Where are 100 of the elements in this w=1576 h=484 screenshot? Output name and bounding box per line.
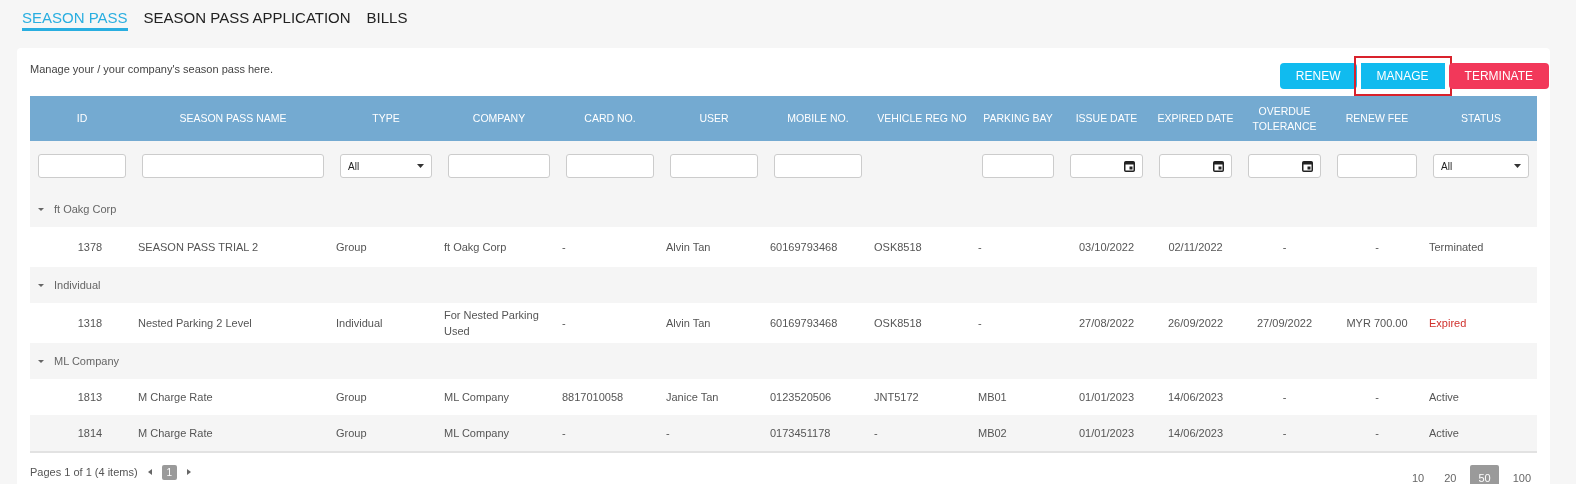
date-field[interactable] [1159,154,1232,178]
table-cell: 1814 [30,415,134,451]
filter-field[interactable] [142,154,324,178]
page-size-button[interactable]: 100 [1506,465,1537,484]
table-cell-text: MYR 700.00 [1345,316,1409,331]
filter-field[interactable] [448,154,550,178]
table-cell-text: 02/11/2022 [1167,240,1224,255]
page-size-button[interactable]: 20 [1438,465,1463,484]
table-cell-text: JNT5172 [873,390,920,405]
date-field[interactable] [1248,154,1321,178]
table-cell-text: Janice Tan [665,390,720,405]
next-page-icon[interactable] [187,469,192,475]
table-cell-text: 0123520506 [769,390,833,405]
group-label: ft Oakg Corp [54,203,117,215]
calendar-icon [1124,160,1135,172]
action-button[interactable]: TERMINATE [1448,63,1549,89]
filter-field[interactable] [38,154,126,178]
column-header: COMPANY [440,96,558,141]
table-cell-text: 27/09/2022 [1255,316,1314,331]
table-cell-text: ft Oakg Corp [443,240,508,255]
status-text: Active [1425,415,1537,451]
table-cell-text: - [977,240,983,255]
expand-caret-icon[interactable] [38,207,44,211]
column-header: VEHICLE REG NO [870,96,974,141]
table-cell-text: 60169793468 [769,240,839,255]
table-cell: MB02 [974,415,1062,451]
tab[interactable]: SEASON PASS APPLICATION [143,9,351,31]
dropdown-caret-icon [417,164,424,168]
table-cell-text: 26/09/2022 [1166,316,1225,331]
table-cell-text: OSK8518 [873,316,923,331]
column-header: RENEW FEE [1329,96,1425,141]
column-header: PARKING BAY [974,96,1062,141]
table-cell-text: 03/10/2022 [1077,240,1136,255]
expand-caret-icon[interactable] [38,359,44,363]
table-cell: 14/06/2023 [1151,415,1240,451]
table-cell-text: - [1374,240,1380,255]
table-cell-text: M Charge Rate [137,390,214,405]
calendar-icon [1213,160,1224,172]
table-cell-text: - [561,240,567,255]
table-cell: M Charge Rate [134,415,332,451]
table-cell: - [558,415,662,451]
filter-field[interactable] [982,154,1054,178]
status-text: Active [1428,390,1460,405]
table-cell-text: - [1281,390,1288,405]
table-cell: - [662,415,766,451]
column-header: SEASON PASS NAME [134,96,332,141]
column-header: CARD NO. [558,96,662,141]
table-cell-text: For Nested Parking Used [443,308,540,339]
previous-page-icon[interactable] [147,469,152,475]
table-cell-text: Alvin Tan [665,240,712,255]
filter-field[interactable] [670,154,758,178]
table-cell-text: 60169793468 [769,316,839,331]
column-header: OVERDUE TOLERANCE [1240,96,1329,141]
table-cell-text: Alvin Tan [665,316,712,331]
table-cell-text: 01/01/2023 [1077,390,1136,405]
tab[interactable]: BILLS [366,9,408,31]
table-cell-text: SEASON PASS TRIAL 2 [137,240,260,255]
filter-dropdown[interactable]: All [340,154,432,178]
group-label: ML Company [54,355,119,367]
date-field[interactable] [1070,154,1143,178]
table-cell-text: - [977,316,983,331]
table-cell-text: OSK8518 [873,240,923,255]
filter-field[interactable] [566,154,654,178]
table-cell-text: ML Company [443,390,510,405]
table-cell-text: - [1374,390,1380,405]
group-label: Individual [54,279,101,291]
column-header: STATUS [1425,96,1537,141]
table-cell-text: 1813 [76,390,104,405]
table-cell: 01/01/2023 [1062,415,1151,451]
table-cell-text: 1378 [76,240,104,255]
filter-dropdown[interactable]: All [1433,154,1529,178]
table-cell-text: Group [335,390,368,405]
table-cell-text: MB01 [977,390,1008,405]
filter-field[interactable] [774,154,862,178]
description-text: Manage your / your company's season pass here. [30,63,273,75]
column-header: ISSUE DATE [1062,96,1151,141]
table-cell-text: 14/06/2023 [1166,390,1225,405]
table-cell: ML Company [440,415,558,451]
table-cell-text: - [561,316,567,331]
status-text: Expired [1428,316,1468,331]
table-cell: 0173451178 [766,415,870,451]
table-cell: - [870,415,974,451]
filter-field[interactable] [1337,154,1417,178]
table-cell-text: - [1281,240,1288,255]
expand-caret-icon[interactable] [38,283,44,287]
page-size-button[interactable]: 10 [1405,465,1431,484]
page-info: Pages 1 of 1 (4 items) [30,466,138,478]
dropdown-caret-icon [1514,164,1521,168]
table-cell: - [1329,415,1425,451]
table-cell-text: 8817010058 [561,390,625,405]
table-cell: Group [332,415,440,451]
column-header: USER [662,96,766,141]
table-cell-text: 27/08/2022 [1077,316,1136,331]
status-text: Terminated [1428,240,1485,255]
table-cell: - [1240,415,1329,451]
table-cell-text: Nested Parking 2 Level [137,316,253,331]
column-header: EXPIRED DATE [1151,96,1240,141]
calendar-icon [1302,160,1313,172]
table-cell-text: Individual [335,316,384,331]
table-cell-text: 1318 [76,316,104,331]
